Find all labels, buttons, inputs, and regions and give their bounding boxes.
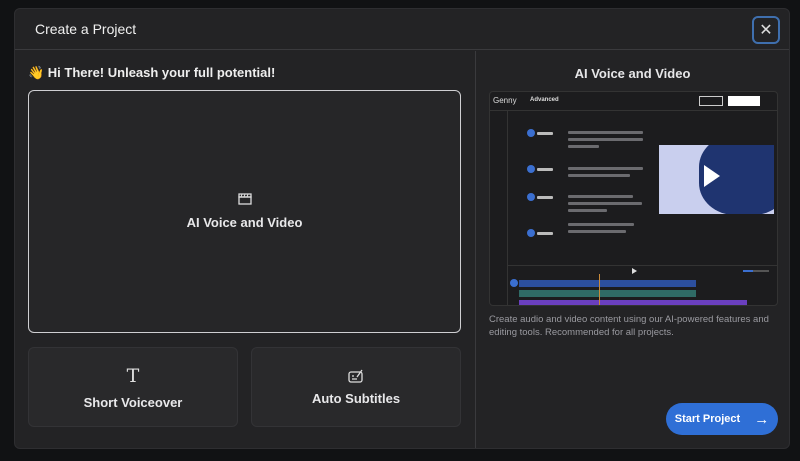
details-panel: AI Voice and Video Genny Advanced Create… — [475, 51, 789, 448]
option-auto-subtitles[interactable]: Auto Subtitles — [251, 347, 461, 427]
options-panel: 👋 Hi There! Unleash your full potential!… — [15, 51, 475, 448]
details-description: Create audio and video content using our… — [489, 314, 769, 338]
play-icon — [704, 165, 720, 187]
dialog-title: Create a Project — [35, 21, 137, 37]
preview-mode: Advanced — [530, 97, 559, 103]
start-project-button[interactable]: Start Project → — [666, 403, 778, 435]
close-icon: ✕ — [759, 22, 773, 39]
preview-image: Genny Advanced — [489, 91, 778, 306]
option-label: AI Voice and Video — [186, 215, 303, 230]
greeting: 👋 Hi There! Unleash your full potential! — [28, 65, 276, 80]
clapperboard-icon — [237, 193, 252, 205]
create-project-dialog: Create a Project ✕ 👋 Hi There! Unleash y… — [14, 8, 790, 449]
option-label: Short Voiceover — [83, 394, 183, 410]
option-ai-voice-video[interactable]: AI Voice and Video — [28, 90, 461, 333]
option-label: Auto Subtitles — [311, 390, 401, 406]
play-icon — [632, 268, 637, 274]
subtitles-icon — [348, 369, 363, 383]
details-title: AI Voice and Video — [574, 66, 691, 81]
option-short-voiceover[interactable]: T Short Voiceover — [28, 347, 238, 427]
close-button[interactable]: ✕ — [752, 16, 780, 44]
preview-brand: Genny — [493, 96, 517, 105]
text-T-icon: T — [126, 364, 140, 387]
dialog-header: Create a Project — [15, 9, 789, 50]
video-thumbnail — [659, 145, 774, 214]
arrow-right-icon: → — [754, 410, 770, 428]
start-label: Start Project — [674, 413, 741, 425]
